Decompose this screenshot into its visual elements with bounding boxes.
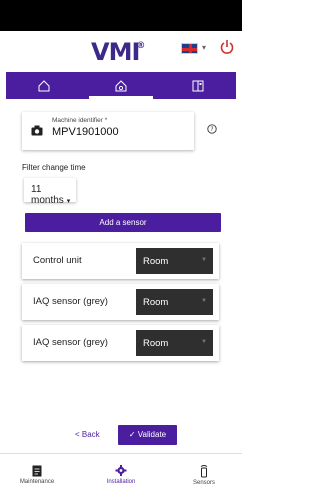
sensor-row: Control unit Room ▼ xyxy=(22,243,219,279)
tab-home[interactable] xyxy=(6,72,83,99)
tab-installation[interactable] xyxy=(83,72,160,99)
chevron-down-icon: ▼ xyxy=(201,339,207,345)
back-button[interactable]: < Back xyxy=(75,430,100,439)
power-icon[interactable] xyxy=(220,39,234,55)
bottom-navigation: Maintenance Installation Sensors xyxy=(0,453,242,497)
sensor-row: IAQ sensor (grey) Room ▼ xyxy=(22,284,219,320)
nav-label: Sensors xyxy=(192,480,215,486)
chevron-down-icon: ▾ xyxy=(66,198,71,205)
help-icon[interactable]: ? xyxy=(207,124,217,134)
nav-label: Maintenance xyxy=(19,479,55,485)
machine-identifier-value[interactable]: MPV1901000 xyxy=(52,126,119,138)
gb-flag-icon[interactable] xyxy=(181,43,198,54)
sensor-name: IAQ sensor (grey) xyxy=(33,296,108,307)
filter-change-time-select[interactable]: 11 months ▾ xyxy=(24,178,76,206)
validate-button[interactable]: ✓ Validate xyxy=(118,425,177,445)
nav-sensors[interactable]: Sensors xyxy=(174,454,234,497)
app-header: VMI ® ▾ xyxy=(0,31,242,70)
machine-identifier-label: Machine identifier * xyxy=(52,117,108,124)
sensor-row: IAQ sensor (grey) Room ▼ xyxy=(22,325,219,361)
clipboard-icon xyxy=(32,465,42,477)
nav-installation[interactable]: Installation xyxy=(91,454,151,497)
chevron-down-icon[interactable]: ▾ xyxy=(202,43,206,52)
nav-maintenance[interactable]: Maintenance xyxy=(7,454,67,497)
filter-change-time-label: Filter change time xyxy=(22,163,86,172)
check-icon: ✓ xyxy=(128,430,136,439)
gear-icon xyxy=(115,465,127,476)
filter-change-time-value: 11 months xyxy=(31,184,64,206)
tab-building[interactable] xyxy=(159,72,236,99)
building-icon xyxy=(192,80,204,91)
chevron-down-icon: ▼ xyxy=(201,257,207,263)
tab-bar xyxy=(6,72,236,99)
chevron-down-icon: ▼ xyxy=(201,298,207,304)
svg-text:?: ? xyxy=(210,126,213,133)
vmi-logo: VMI ® xyxy=(91,38,145,66)
sensor-name: Control unit xyxy=(33,255,82,266)
house-gear-icon xyxy=(115,79,127,91)
add-sensor-button[interactable]: Add a sensor xyxy=(25,213,221,232)
sensor-location-select[interactable]: Room ▼ xyxy=(136,248,213,274)
machine-identifier-field[interactable]: Machine identifier * MPV1901000 xyxy=(22,112,194,150)
sensor-icon xyxy=(200,465,208,478)
sensor-location-select[interactable]: Room ▼ xyxy=(136,330,213,356)
sensor-name: IAQ sensor (grey) xyxy=(33,337,108,348)
status-bar xyxy=(0,0,242,31)
house-outline-icon xyxy=(38,79,50,91)
nav-label: Installation xyxy=(106,479,136,485)
sensor-location-select[interactable]: Room ▼ xyxy=(136,289,213,315)
camera-icon[interactable] xyxy=(31,125,43,136)
